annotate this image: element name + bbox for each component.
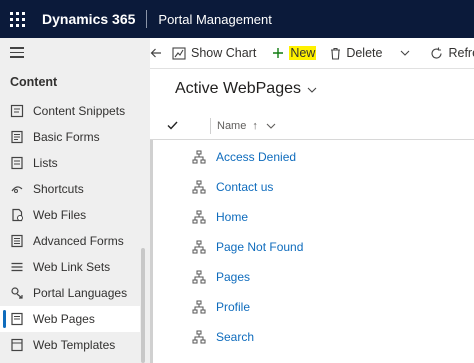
command-bar: Show Chart New Delete Refre <box>150 38 474 69</box>
sidebar-item-content-snippets[interactable]: Content Snippets <box>0 98 140 124</box>
checkmark-icon <box>167 121 178 130</box>
column-label: Name <box>217 119 247 132</box>
table-row[interactable]: Pages <box>150 262 474 292</box>
sidebar-item-label: Web Templates <box>33 338 116 352</box>
view-title: Active WebPages <box>175 80 301 97</box>
sidebar-item-web-pages[interactable]: Web Pages <box>0 306 140 332</box>
chevron-down-icon <box>401 50 410 56</box>
web-page-icon <box>9 311 25 327</box>
sitemap-icon <box>192 150 206 164</box>
select-all-checkbox[interactable] <box>150 112 194 140</box>
sitemap-icon <box>192 180 206 194</box>
new-button[interactable]: New <box>272 38 317 69</box>
record-link[interactable]: Page Not Found <box>216 240 303 254</box>
table-row[interactable]: Home <box>150 202 474 232</box>
plus-icon <box>273 48 284 58</box>
grid-header: Name ↑ <box>150 112 474 140</box>
sidebar-item-label: Basic Forms <box>33 130 100 144</box>
top-bar: Dynamics 365 Portal Management <box>0 0 474 38</box>
view-selector[interactable]: Active WebPages <box>175 80 317 98</box>
list-icon <box>9 155 25 171</box>
table-row[interactable]: Contact us <box>150 172 474 202</box>
header-divider <box>146 10 148 28</box>
trash-icon <box>331 47 341 60</box>
template-icon <box>9 337 25 353</box>
sidebar-item-web-templates[interactable]: Web Templates <box>0 332 140 358</box>
sidebar-item-web-files[interactable]: Web Files <box>0 202 140 228</box>
language-icon <box>9 285 25 301</box>
sidebar-item-label: Web Files <box>33 208 87 222</box>
table-row[interactable]: Access Denied <box>150 142 474 172</box>
sitemap-icon <box>192 300 206 314</box>
chevron-down-icon[interactable] <box>266 123 276 129</box>
sidebar-item-shortcuts[interactable]: Shortcuts <box>0 176 140 202</box>
sitemap-icon <box>192 330 206 344</box>
back-arrow-icon <box>150 48 161 58</box>
main-scrollbar[interactable] <box>150 140 153 363</box>
record-link[interactable]: Access Denied <box>216 150 296 164</box>
sidebar-item-basic-forms[interactable]: Basic Forms <box>0 124 140 150</box>
refresh-icon <box>431 47 443 59</box>
chevron-down-icon <box>307 87 317 93</box>
sidebar-item-label: Lists <box>33 156 58 170</box>
table-row[interactable]: Page Not Found <box>150 232 474 262</box>
sidebar-item-advanced-forms[interactable]: Advanced Forms <box>0 228 140 254</box>
sidebar-item-label: Shortcuts <box>33 182 84 196</box>
record-link[interactable]: Home <box>216 210 248 224</box>
record-link[interactable]: Search <box>216 330 254 344</box>
shortcut-icon <box>9 181 25 197</box>
form-icon <box>9 129 25 145</box>
sidebar-item-label: Advanced Forms <box>33 234 124 248</box>
sitemap-icon <box>192 210 206 224</box>
sidebar-item-label: Portal Languages <box>33 286 128 300</box>
record-link[interactable]: Pages <box>216 270 250 284</box>
sidebar-item-web-link-sets[interactable]: Web Link Sets <box>0 254 140 280</box>
nav-group-title: Content <box>10 75 58 89</box>
table-row[interactable]: Search <box>150 322 474 352</box>
more-commands-chevron[interactable] <box>400 38 410 69</box>
sidebar-item-lists[interactable]: Lists <box>0 150 140 176</box>
chart-icon <box>172 46 186 60</box>
sitemap-icon <box>192 240 206 254</box>
name-column-header[interactable]: Name ↑ <box>217 120 276 132</box>
sort-ascending-icon: ↑ <box>252 119 258 132</box>
sidebar-item-label: Web Pages <box>33 312 95 326</box>
show-chart-button[interactable]: Show Chart <box>172 38 256 69</box>
refresh-button[interactable]: Refre <box>430 38 474 69</box>
file-icon <box>9 207 25 223</box>
table-row[interactable]: Profile <box>150 292 474 322</box>
record-link[interactable]: Profile <box>216 300 250 314</box>
brand-title[interactable]: Dynamics 365 <box>42 11 135 27</box>
sidebar: Content Content Snippets Basic Forms Lis… <box>0 38 150 363</box>
sidebar-item-portal-languages[interactable]: Portal Languages <box>0 280 140 306</box>
advanced-form-icon <box>9 233 25 249</box>
records-list: Access Denied Contact us Home Page Not F… <box>150 142 474 352</box>
snippet-icon <box>9 103 25 119</box>
sidebar-item-label: Content Snippets <box>33 104 126 118</box>
column-divider <box>210 117 211 134</box>
app-name[interactable]: Portal Management <box>158 12 271 27</box>
link-set-icon <box>9 259 25 275</box>
back-button[interactable] <box>150 38 162 69</box>
app-launcher-icon[interactable] <box>0 0 34 38</box>
hamburger-menu-icon[interactable] <box>10 47 24 59</box>
record-link[interactable]: Contact us <box>216 180 273 194</box>
delete-button[interactable]: Delete <box>330 38 382 69</box>
sidebar-item-label: Web Link Sets <box>33 260 111 274</box>
sitemap-icon <box>192 270 206 284</box>
sidebar-scrollbar[interactable] <box>141 248 145 363</box>
